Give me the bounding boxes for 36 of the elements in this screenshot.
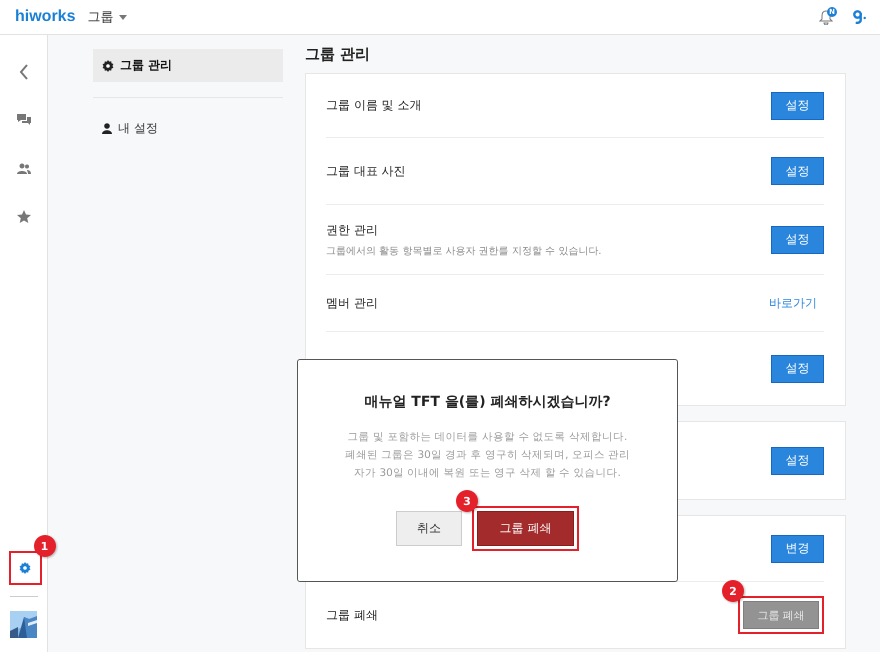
step-number: 1 — [34, 535, 56, 557]
nav-item[interactable]: 그룹 관리 — [93, 49, 283, 82]
dialog-message: 그룹 및 포함하는 데이터를 사용할 수 없도록 삭제합니다. 폐쇄된 그룹은 30일 경과 후 영구히 삭제되며, 오피스 관리자가 30일 이내에 복원 또는 영구 삭제 할 수 있습니다. — [344, 430, 632, 481]
cancel-button[interactable]: 취소 — [396, 511, 462, 546]
step-number: 2 — [722, 580, 744, 602]
settings-button[interactable]: 설정 — [771, 354, 824, 382]
settings-button[interactable]: 변경 — [771, 534, 824, 562]
gear-icon — [19, 562, 31, 574]
row-label: 멤버 관리 — [326, 294, 378, 312]
star-icon — [16, 210, 30, 222]
settings-button[interactable]: 설정 — [771, 446, 824, 474]
settings-button[interactable]: 설정 — [771, 226, 824, 254]
dialog-title: 매뉴얼 TFT 을(를) 폐쇄하시겠습니까? — [364, 393, 611, 411]
back-icon — [18, 64, 28, 80]
bell-icon[interactable] — [819, 10, 833, 24]
row-label: 그룹 대표 사진 — [326, 162, 406, 180]
page-title: 그룹 관리 — [305, 45, 372, 64]
caret-icon — [119, 14, 128, 20]
step-number: 3 — [456, 490, 478, 512]
close-group-button[interactable]: 그룹 폐쇄 — [477, 511, 574, 546]
gear-icon — [102, 60, 114, 72]
row-label: 권한 관리 — [326, 222, 379, 238]
settings-button[interactable]: 설정 — [771, 157, 824, 185]
nav-item[interactable]: 내 설정 — [93, 112, 283, 145]
app-menu[interactable]: 그룹 — [87, 8, 114, 26]
row-label: 그룹 폐쇄 — [326, 606, 378, 624]
row-description: 그룹에서의 활동 항목별로 사용자 권한를 지정할 수 있습니다. — [326, 244, 602, 258]
person-icon — [102, 123, 112, 134]
user-menu-icon[interactable] — [853, 10, 866, 24]
settings-button[interactable]: 설정 — [771, 92, 824, 120]
chat-icon — [16, 114, 30, 126]
close-group-button[interactable]: 그룹 폐쇄 — [743, 601, 819, 629]
people-icon — [16, 162, 30, 174]
shortcut-link[interactable]: 바로가기 — [769, 294, 817, 312]
row-label: 그룹 이름 및 소개 — [326, 97, 422, 114]
logo[interactable]: hiworks — [15, 8, 76, 26]
